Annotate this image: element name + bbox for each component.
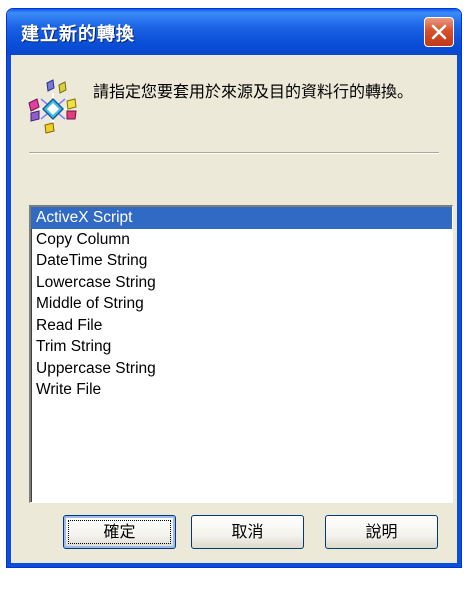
transformation-list[interactable]: ActiveX Script Copy Column DateTime String… xyxy=(29,205,453,503)
window-frame-bottom xyxy=(7,563,461,567)
help-button-label: 說明 xyxy=(365,522,398,541)
dts-transform-icon xyxy=(28,79,77,134)
instruction-text: 請指定您要套用於來源及目的資料行的轉換。 xyxy=(93,82,414,101)
create-transformation-dialog: 建立新的轉換 請指定您要套用於來源及目的資料行的轉換。 ActiveX Scri… xyxy=(6,8,462,568)
cancel-button[interactable]: 取消 xyxy=(191,515,304,549)
close-icon xyxy=(431,24,447,40)
cancel-button-label: 取消 xyxy=(231,522,264,541)
close-button[interactable] xyxy=(424,17,454,47)
list-item[interactable]: Uppercase String xyxy=(31,358,452,380)
help-button[interactable]: 說明 xyxy=(325,515,438,549)
list-item[interactable]: Middle of String xyxy=(31,293,452,315)
list-item[interactable]: Read File xyxy=(31,315,452,337)
list-item[interactable]: Trim String xyxy=(31,336,452,358)
list-item[interactable]: Write File xyxy=(31,379,452,401)
title-bar[interactable]: 建立新的轉換 xyxy=(7,9,461,55)
ok-button-label: 確定 xyxy=(103,522,136,541)
list-item[interactable]: ActiveX Script xyxy=(31,207,452,229)
window-frame-right xyxy=(457,55,461,567)
list-item[interactable]: DateTime String xyxy=(31,250,452,272)
list-item[interactable]: Lowercase String xyxy=(31,272,452,294)
separator-line xyxy=(29,152,439,154)
ok-button[interactable]: 確定 xyxy=(63,515,176,549)
list-item[interactable]: Copy Column xyxy=(31,229,452,251)
window-title: 建立新的轉換 xyxy=(21,24,135,45)
window-frame-left xyxy=(7,55,11,567)
